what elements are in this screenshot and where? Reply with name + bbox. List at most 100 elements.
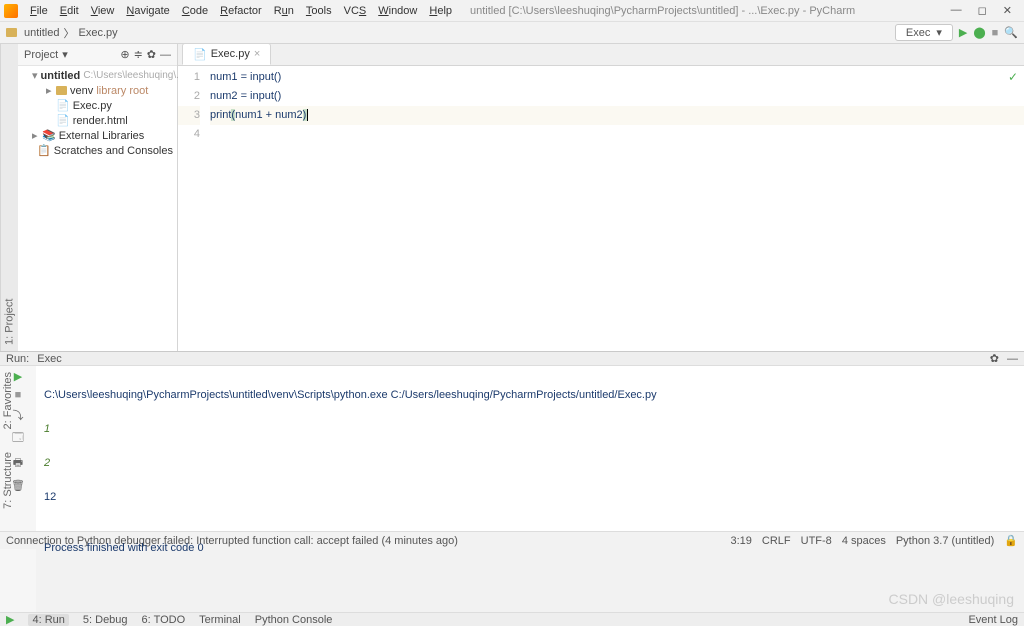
editor-tabs: 📄 Exec.py × (178, 44, 1024, 66)
menu-vcs[interactable]: VCS (338, 5, 373, 17)
menu-view[interactable]: View (85, 5, 121, 17)
scratches-icon: 📋 (37, 144, 51, 157)
run-header-config[interactable]: Exec (37, 353, 61, 365)
gear-icon[interactable]: ✿ (147, 48, 156, 61)
folder-icon (56, 86, 67, 95)
run-config-selector[interactable]: Exec ▾ (895, 24, 953, 41)
crumb-root: untitled (24, 27, 59, 39)
minimize-icon[interactable]: — (951, 4, 962, 17)
close-tab-icon[interactable]: × (254, 48, 260, 60)
tab-todo[interactable]: 6: TODO (142, 614, 186, 626)
play-icon: ▶ (6, 613, 14, 626)
tree-exec-label: Exec.py (73, 100, 112, 112)
run-header: Run: Exec ✿ — (0, 352, 1024, 366)
nav-bar: untitled 〉Exec.py Exec ▾ ▶ ⬤ ■ 🔍 (0, 22, 1024, 44)
console-output[interactable]: C:\Users\leeshuqing\PycharmProjects\unti… (36, 366, 1024, 612)
chevron-down-icon: ▾ (936, 26, 942, 39)
tree-ext-lib[interactable]: ▸📚External Libraries (18, 128, 177, 143)
pycharm-logo-icon (4, 4, 18, 18)
run-panel: Run: Exec ✿ — ▶ ■ ⤵ 🗔 🖶 🗑 C:\Users\leesh… (0, 351, 1024, 531)
menu-navigate[interactable]: Navigate (120, 5, 175, 17)
project-panel: Project ▾ ⊕ ≑ ✿ — ▾untitled C:\Users\lee… (18, 44, 178, 351)
run-icon[interactable]: ▶ (959, 26, 967, 39)
print-icon[interactable]: 🖶 (13, 454, 23, 473)
menu-tools[interactable]: Tools (300, 5, 338, 17)
run-header-label: Run: (6, 353, 29, 365)
project-header-label[interactable]: Project (24, 49, 58, 61)
debug-icon[interactable]: ⬤ (973, 26, 985, 39)
hide-icon[interactable]: — (160, 49, 171, 61)
menu-edit[interactable]: Edit (54, 5, 85, 17)
crumb-file: Exec.py (78, 27, 117, 39)
editor-area: 📄 Exec.py × 1234 ✓ num1 = input() num2 = i… (178, 44, 1024, 351)
target-icon[interactable]: ⊕ (120, 48, 129, 61)
tree-root-path: C:\Users\leeshuqing\... (83, 70, 184, 81)
chevron-down-icon[interactable]: ▾ (62, 48, 68, 61)
tree-venv-label: venv (70, 85, 93, 97)
editor-tab-exec[interactable]: 📄 Exec.py × (182, 43, 271, 65)
run-config-label: Exec (906, 27, 930, 39)
tree-root[interactable]: ▾untitled C:\Users\leeshuqing\... (18, 68, 177, 83)
menu-bar: File Edit View Navigate Code Refactor Ru… (0, 0, 1024, 22)
hide-run-icon[interactable]: — (1007, 353, 1018, 365)
tree-ext-label: External Libraries (59, 130, 145, 142)
tree-venv[interactable]: ▸venv library root (18, 83, 177, 98)
gutter: 1234 (178, 66, 210, 351)
maximize-icon[interactable]: ◻ (978, 4, 987, 17)
stripe-project[interactable]: 1: Project (4, 299, 16, 345)
console-cmd: C:\Users\leeshuqing\PycharmProjects\unti… (44, 387, 1016, 404)
rerun-icon[interactable]: ▶ (14, 370, 22, 383)
editor-tab-label: Exec.py (211, 48, 250, 60)
code-line-1: num1 = input() (210, 68, 1024, 87)
layout-icon[interactable]: 🗔 (12, 429, 24, 448)
gear-icon[interactable]: ✿ (990, 352, 999, 365)
close-icon[interactable]: ✕ (1003, 4, 1012, 17)
venv-note: library root (96, 85, 148, 97)
tree-render[interactable]: 📄render.html (18, 113, 177, 128)
menu-help[interactable]: Help (423, 5, 458, 17)
main-area: 1: Project Project ▾ ⊕ ≑ ✿ — ▾untitled C… (0, 44, 1024, 351)
python-file-icon: 📄 (193, 48, 207, 61)
search-icon[interactable]: 🔍 (1004, 26, 1018, 39)
inspection-check-icon[interactable]: ✓ (1008, 68, 1018, 87)
left-stripe-structure[interactable]: 7: Structure (2, 452, 14, 509)
left-tool-stripe[interactable]: 1: Project (0, 44, 18, 351)
console-input-2: 2 (44, 455, 1016, 472)
bottom-tool-tabs: 7: Structure 2: Favorites ▶ 4: Run 5: De… (0, 612, 1024, 626)
tab-terminal[interactable]: Terminal (199, 614, 241, 626)
tree-scratches[interactable]: 📋Scratches and Consoles (18, 143, 177, 158)
stop-icon[interactable]: ■ (992, 27, 999, 39)
tab-debug[interactable]: 5: Debug (83, 614, 128, 626)
project-tree[interactable]: ▾untitled C:\Users\leeshuqing\... ▸venv … (18, 66, 177, 160)
window-controls: — ◻ ✕ (951, 4, 1020, 17)
collapse-icon[interactable]: ≑ (134, 48, 143, 61)
project-header: Project ▾ ⊕ ≑ ✿ — (18, 44, 177, 66)
left-stripe-favorites[interactable]: 2: Favorites (2, 372, 14, 429)
tab-python-console[interactable]: Python Console (255, 614, 333, 626)
console-input-1: 1 (44, 421, 1016, 438)
libraries-icon: 📚 (42, 129, 56, 142)
window-title: untitled [C:\Users\leeshuqing\PycharmPro… (470, 5, 951, 17)
menu-file[interactable]: File (24, 5, 54, 17)
run-body: ▶ ■ ⤵ 🗔 🖶 🗑 C:\Users\leeshuqing\PycharmP… (0, 366, 1024, 612)
tab-run[interactable]: 4: Run (28, 614, 68, 626)
breadcrumb[interactable]: untitled 〉Exec.py (6, 25, 118, 41)
tree-exec[interactable]: 📄Exec.py (18, 98, 177, 113)
menu-run[interactable]: Run (268, 5, 300, 17)
step-icon[interactable]: ⤵ (13, 407, 24, 423)
stop-icon[interactable]: ■ (15, 389, 22, 401)
watermark: CSDN @leeshuqing (889, 591, 1015, 608)
tree-scratch-label: Scratches and Consoles (54, 145, 173, 157)
code-line-3: print(num1 + num2) (210, 106, 1024, 125)
tree-render-label: render.html (73, 115, 128, 127)
editor-body[interactable]: 1234 ✓ num1 = input() num2 = input() pri… (178, 66, 1024, 351)
code-line-2: num2 = input() (210, 87, 1024, 106)
tab-event-log[interactable]: Event Log (968, 614, 1018, 626)
menu-code[interactable]: Code (176, 5, 214, 17)
tree-root-label: untitled (41, 70, 81, 82)
menu-refactor[interactable]: Refactor (214, 5, 268, 17)
html-file-icon: 📄 (56, 114, 70, 127)
console-result: 12 (44, 489, 1016, 506)
menu-window[interactable]: Window (372, 5, 423, 17)
code-area[interactable]: ✓ num1 = input() num2 = input() print(nu… (210, 66, 1024, 351)
